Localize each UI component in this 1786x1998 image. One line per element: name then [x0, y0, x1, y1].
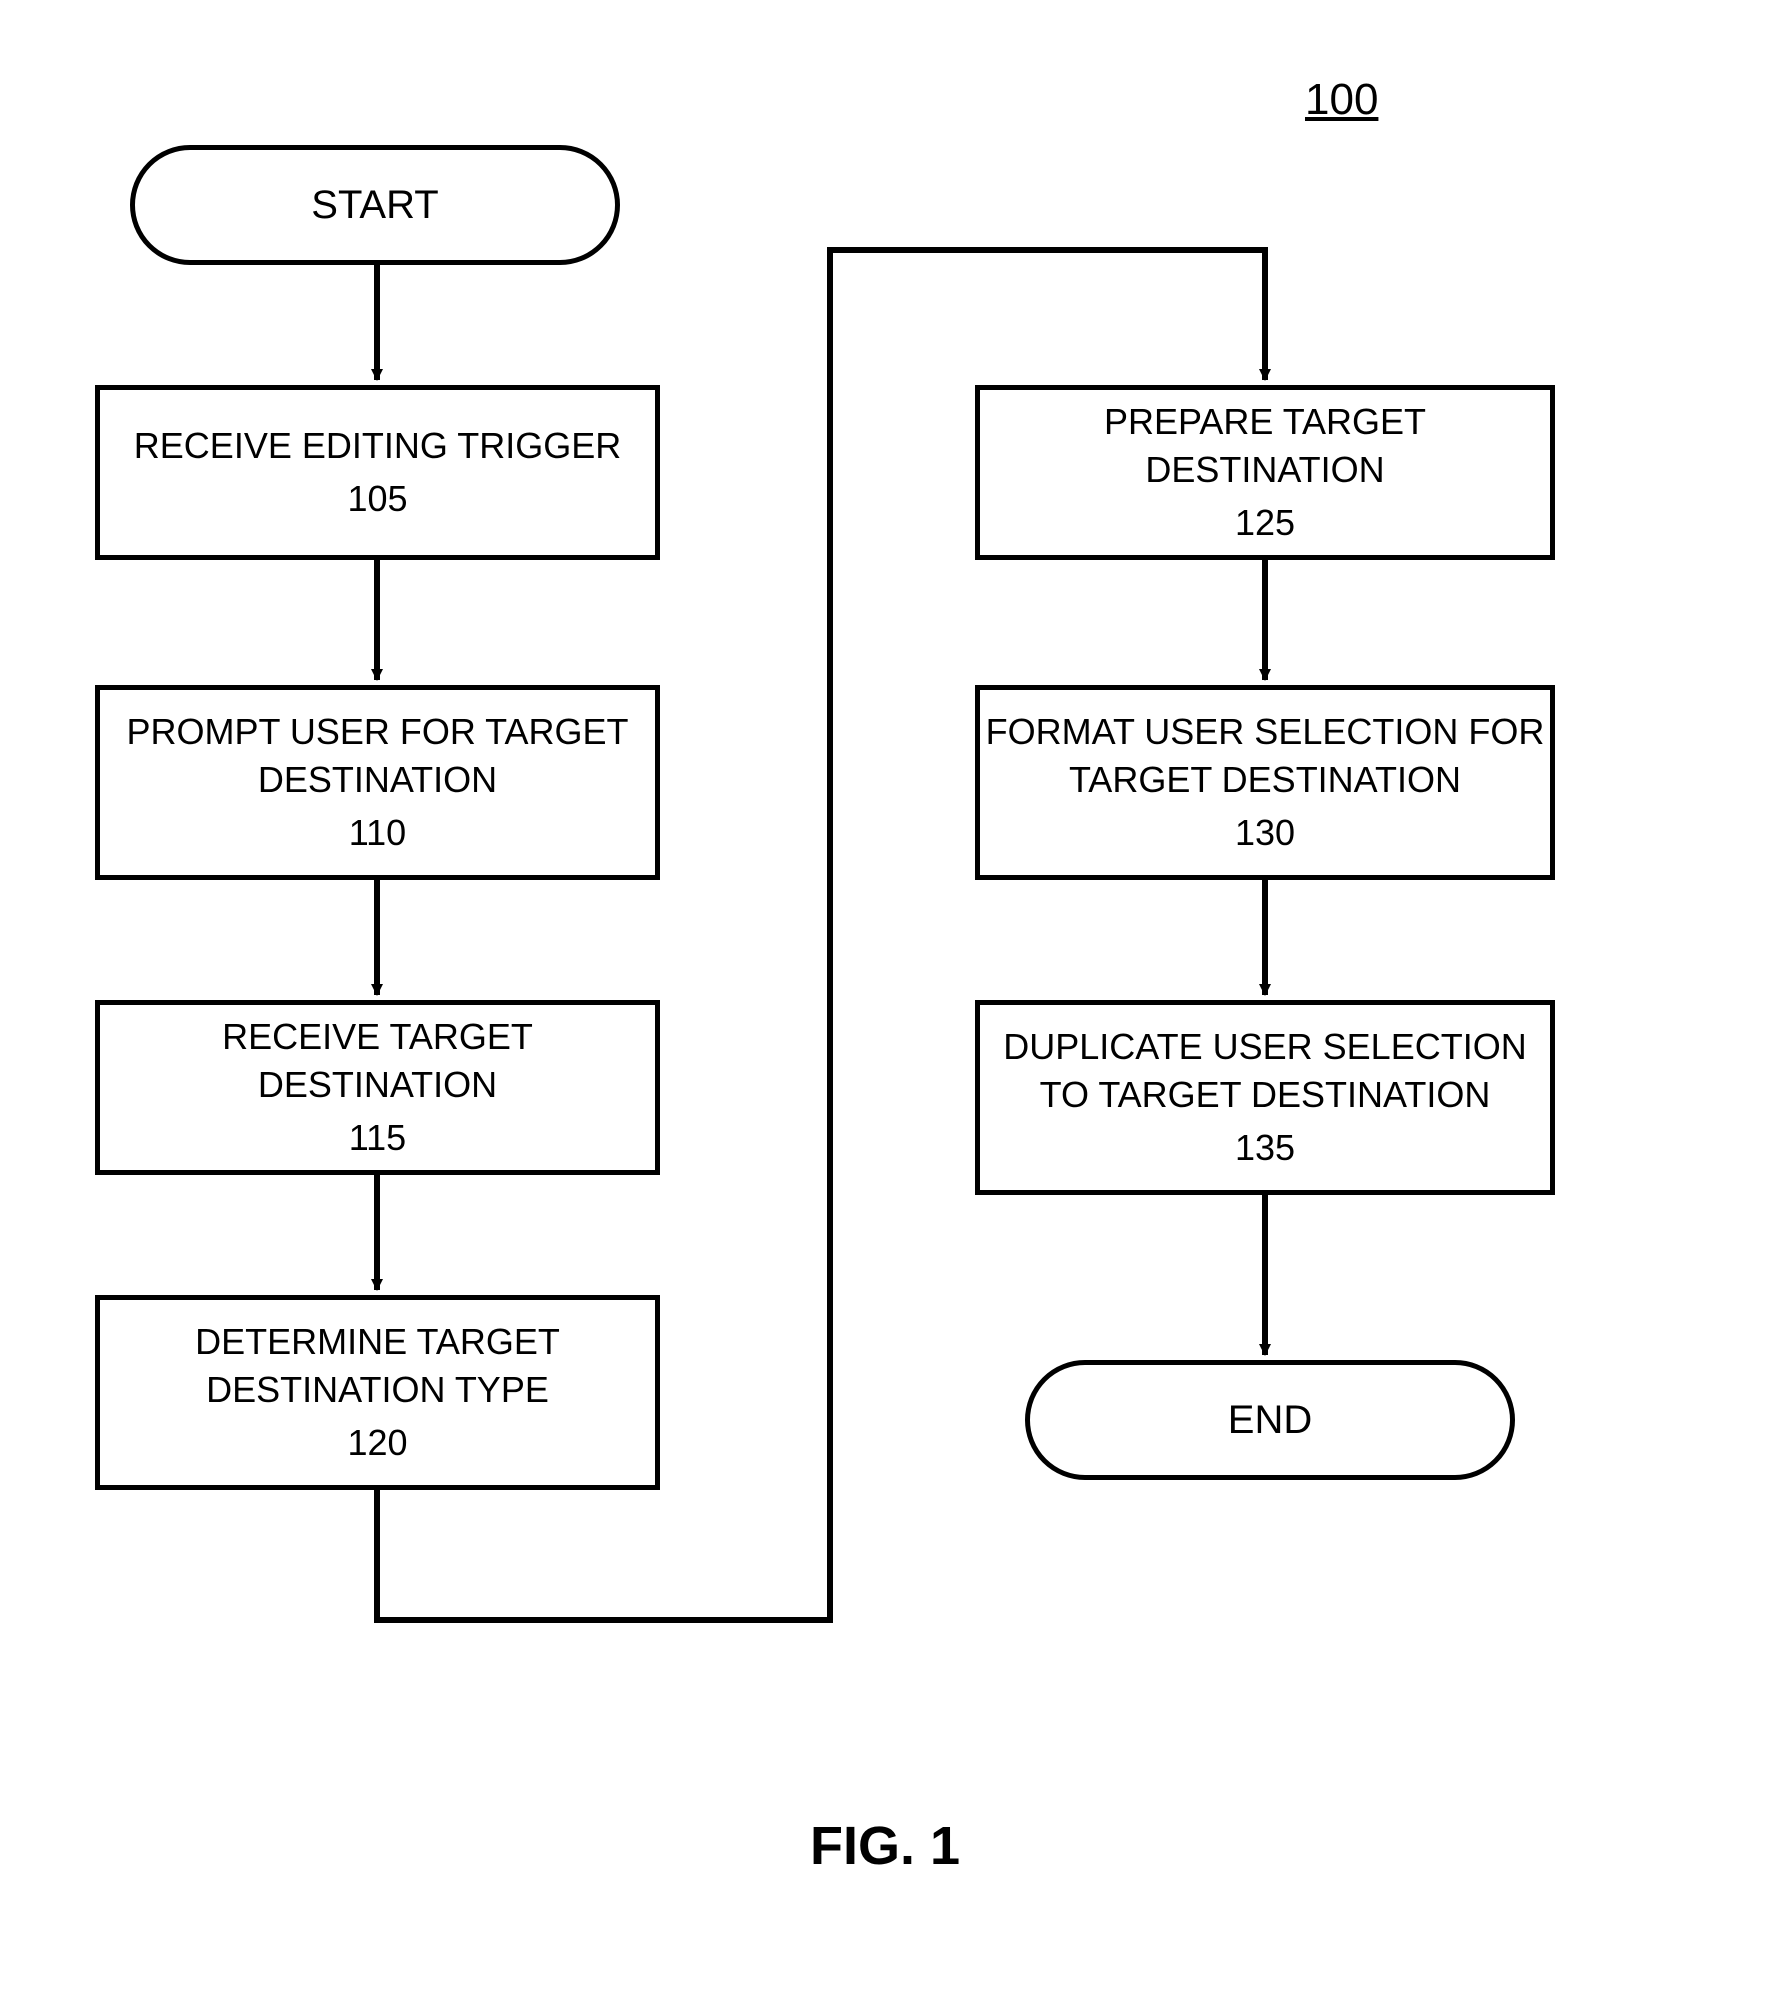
process-110-num: 110 [349, 809, 406, 858]
process-130: FORMAT USER SELECTION FOR TARGET DESTINA… [975, 685, 1555, 880]
process-110: PROMPT USER FOR TARGET DESTINATION 110 [95, 685, 660, 880]
figure-number: 100 [1305, 75, 1378, 125]
process-125: PREPARE TARGET DESTINATION 125 [975, 385, 1555, 560]
process-115-num: 115 [349, 1114, 406, 1163]
process-125-num: 125 [1235, 499, 1295, 548]
flow-connectors [0, 0, 1786, 1998]
process-105-title: RECEIVE EDITING TRIGGER [134, 422, 621, 471]
process-125-title: PREPARE TARGET DESTINATION [980, 398, 1550, 495]
process-135-title: DUPLICATE USER SELECTION TO TARGET DESTI… [980, 1023, 1550, 1120]
process-120-num: 120 [347, 1419, 407, 1468]
process-120: DETERMINE TARGET DESTINATION TYPE 120 [95, 1295, 660, 1490]
process-105: RECEIVE EDITING TRIGGER 105 [95, 385, 660, 560]
process-135-num: 135 [1235, 1124, 1295, 1173]
process-110-title: PROMPT USER FOR TARGET DESTINATION [100, 708, 655, 805]
process-135: DUPLICATE USER SELECTION TO TARGET DESTI… [975, 1000, 1555, 1195]
terminal-start: START [130, 145, 620, 265]
figure-label: FIG. 1 [810, 1815, 960, 1877]
terminal-start-label: START [311, 183, 438, 228]
process-115: RECEIVE TARGET DESTINATION 115 [95, 1000, 660, 1175]
terminal-end: END [1025, 1360, 1515, 1480]
terminal-end-label: END [1228, 1398, 1312, 1443]
process-115-title: RECEIVE TARGET DESTINATION [100, 1013, 655, 1110]
process-105-num: 105 [347, 475, 407, 524]
process-120-title: DETERMINE TARGET DESTINATION TYPE [100, 1318, 655, 1415]
process-130-num: 130 [1235, 809, 1295, 858]
process-130-title: FORMAT USER SELECTION FOR TARGET DESTINA… [980, 708, 1550, 805]
